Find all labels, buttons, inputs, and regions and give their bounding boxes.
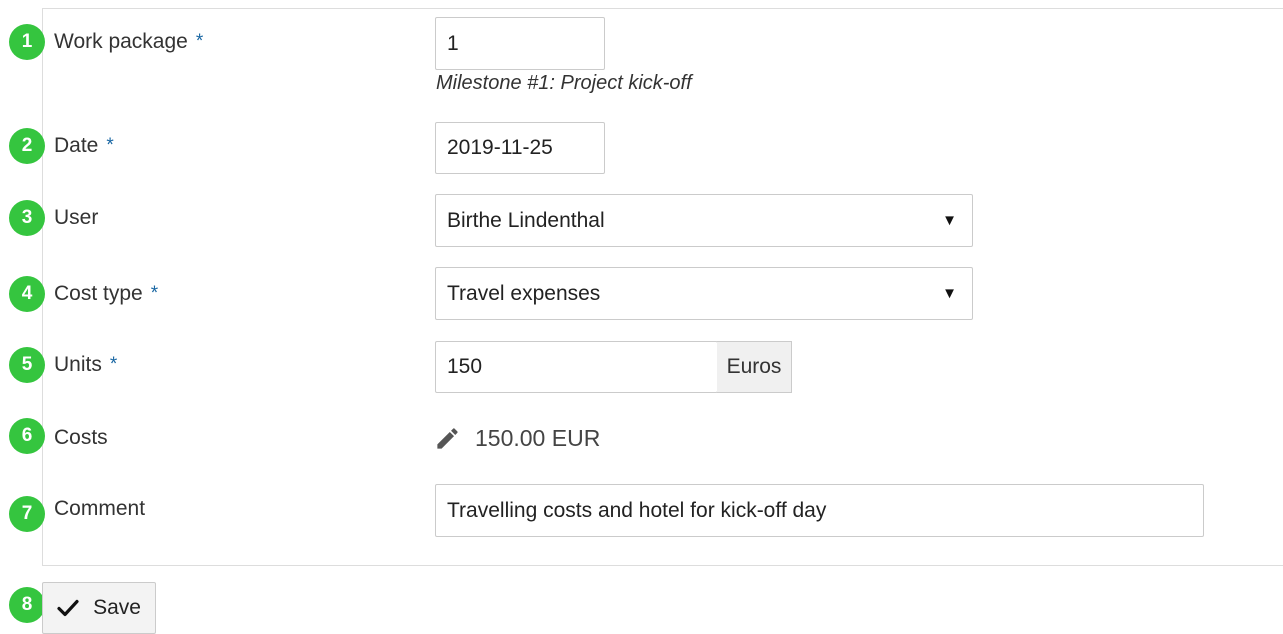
units-input[interactable]: 150: [435, 341, 718, 393]
save-button-label: Save: [93, 596, 141, 619]
costs-value: 150.00 EUR: [475, 424, 601, 451]
comment-label: Comment: [54, 491, 145, 527]
step-marker-1: 1: [9, 24, 45, 60]
required-asterisk: *: [106, 135, 114, 156]
comment-label-text: Comment: [54, 497, 146, 520]
step-marker-6: 6: [9, 418, 45, 454]
cost-type-select-value: Travel expenses: [447, 281, 601, 305]
step-marker-3: 3: [9, 200, 45, 236]
required-asterisk: *: [195, 31, 204, 52]
units-label: Units *: [54, 347, 117, 383]
costs-label: Costs: [54, 420, 108, 456]
user-label: User: [54, 200, 98, 236]
user-select-value: Birthe Lindenthal: [447, 208, 605, 232]
dropdown-caret-icon: ▼: [942, 285, 957, 302]
date-label-text: Date: [54, 134, 99, 157]
cost-type-label-text: Cost type: [54, 282, 143, 305]
units-currency-addon: Euros: [717, 341, 792, 393]
cost-type-label: Cost type *: [54, 276, 158, 312]
costs-display: 150.00 EUR: [434, 420, 600, 456]
step-marker-2: 2: [9, 128, 45, 164]
work-package-input[interactable]: 1: [435, 17, 605, 70]
date-input[interactable]: 2019-11-25: [435, 122, 605, 174]
work-package-label: Work package *: [54, 24, 203, 60]
user-select[interactable]: Birthe Lindenthal ▼: [435, 194, 973, 247]
work-package-label-text: Work package: [54, 30, 188, 53]
work-package-hint: Milestone #1: Project kick-off: [436, 72, 692, 94]
comment-input[interactable]: Travelling costs and hotel for kick-off …: [435, 484, 1204, 537]
save-button[interactable]: Save: [42, 582, 156, 634]
costs-label-text: Costs: [54, 426, 108, 449]
pencil-icon[interactable]: [434, 425, 475, 452]
date-label: Date *: [54, 128, 114, 164]
step-marker-4: 4: [9, 276, 45, 312]
user-label-text: User: [54, 206, 99, 229]
checkmark-icon: [57, 599, 93, 617]
cost-type-select[interactable]: Travel expenses ▼: [435, 267, 973, 320]
step-marker-8: 8: [9, 587, 45, 623]
step-marker-5: 5: [9, 347, 45, 383]
required-asterisk: *: [150, 283, 159, 304]
step-marker-7: 7: [9, 496, 45, 532]
units-label-text: Units: [54, 353, 102, 376]
dropdown-caret-icon: ▼: [942, 212, 957, 229]
required-asterisk: *: [109, 354, 118, 375]
